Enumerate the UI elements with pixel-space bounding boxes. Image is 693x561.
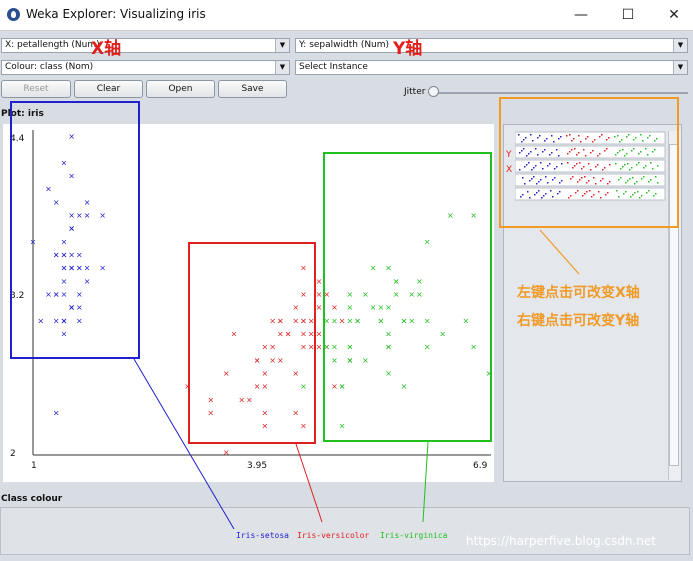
right-click-annotation: 右键点击可改变Y轴 — [517, 313, 640, 329]
scatter-point[interactable]: × — [316, 330, 323, 339]
weka-app-icon — [7, 8, 20, 21]
select-instance-select[interactable]: Select Instance ▼ — [295, 60, 688, 75]
scatter-point[interactable]: × — [316, 290, 323, 299]
watermark-text: https://harperfive.blog.csdn.net — [466, 534, 657, 548]
chevron-down-icon: ▼ — [275, 61, 289, 74]
x-axis-annotation: X轴 — [91, 39, 122, 59]
y-axis-annotation: Y轴 — [393, 39, 423, 59]
scatter-point[interactable]: × — [223, 448, 230, 457]
scatter-point[interactable]: × — [316, 277, 323, 286]
left-click-annotation: 左键点击可改变X轴 — [517, 285, 640, 301]
scatter-point[interactable]: × — [53, 409, 60, 418]
legend-virginica[interactable]: Iris-virginica — [380, 531, 447, 540]
clear-button[interactable]: Clear — [74, 80, 143, 98]
window-title: Weka Explorer: Visualizing iris — [26, 7, 206, 21]
virginica-highlight-box — [323, 152, 492, 442]
jitter-slider-thumb[interactable] — [428, 86, 439, 97]
colour-select-value: Colour: class (Nom) — [5, 62, 94, 72]
scatter-point[interactable]: × — [316, 343, 323, 352]
open-button[interactable]: Open — [146, 80, 215, 98]
attribute-highlight-box — [499, 97, 679, 228]
setosa-highlight-box — [10, 101, 140, 359]
minimize-button[interactable]: — — [558, 0, 604, 30]
chevron-down-icon: ▼ — [673, 61, 687, 74]
jitter-slider-track[interactable] — [430, 92, 688, 94]
versicolor-highlight-box — [188, 242, 316, 444]
close-button[interactable]: ✕ — [651, 0, 693, 30]
x-tick-label: 6.9 — [473, 461, 488, 471]
reset-button[interactable]: Reset — [1, 80, 71, 98]
scatter-point[interactable]: × — [316, 303, 323, 312]
x-axis-select-value: X: petallength (Num) — [5, 40, 100, 50]
legend-setosa[interactable]: Iris-setosa — [236, 531, 289, 540]
x-tick-label: 3.95 — [247, 461, 268, 471]
x-axis-select[interactable]: X: petallength (Num) ▼ — [1, 38, 290, 53]
y-axis-select-value: Y: sepalwidth (Num) — [299, 40, 390, 50]
chevron-down-icon: ▼ — [275, 39, 289, 52]
callout-line — [539, 229, 580, 275]
legend-versicolor[interactable]: Iris-versicolor — [297, 531, 369, 540]
y-axis-select[interactable]: Y: sepalwidth (Num) ▼ — [295, 38, 688, 53]
jitter-label: Jitter — [404, 87, 426, 97]
chevron-down-icon: ▼ — [673, 39, 687, 52]
class-colour-label: Class colour — [1, 494, 63, 504]
y-tick-label: 2 — [10, 449, 16, 459]
save-button[interactable]: Save — [218, 80, 287, 98]
select-instance-value: Select Instance — [299, 62, 368, 72]
x-tick-label: 1 — [31, 461, 37, 471]
maximize-button[interactable]: ☐ — [605, 0, 651, 30]
colour-select[interactable]: Colour: class (Nom) ▼ — [1, 60, 290, 75]
